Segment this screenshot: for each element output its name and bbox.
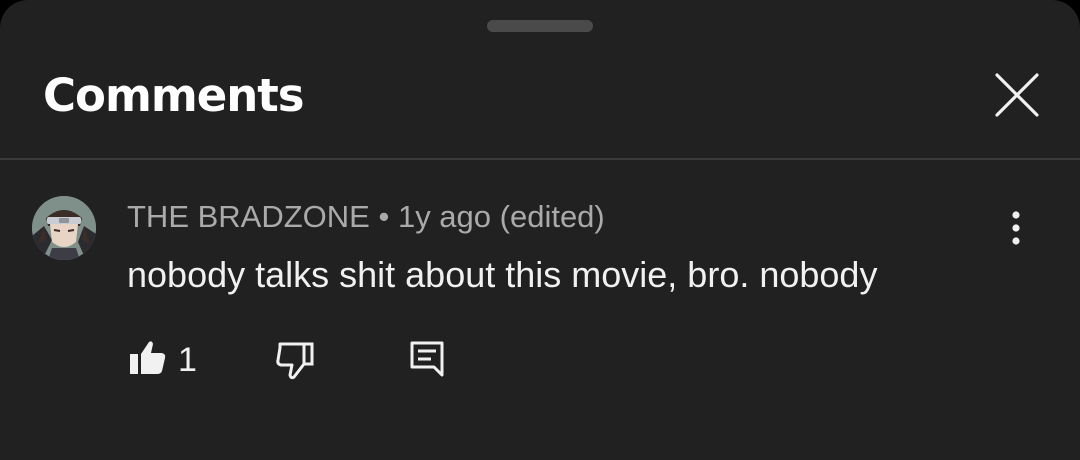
close-icon <box>995 73 1039 117</box>
comment-meta: THE BRADZONE • 1y ago (edited) <box>127 199 605 235</box>
comment-time: 1y ago (edited) <box>397 199 605 234</box>
avatar-image <box>32 196 96 260</box>
reply-button[interactable] <box>409 340 445 378</box>
header-divider <box>0 158 1080 160</box>
dislike-button[interactable] <box>274 340 316 382</box>
thumbs-up-icon <box>130 341 166 374</box>
like-button[interactable] <box>128 338 168 378</box>
close-button[interactable] <box>985 63 1049 127</box>
thumbs-down-icon <box>276 342 314 380</box>
panel-title: Comments <box>43 69 305 122</box>
meta-separator: • <box>369 199 398 234</box>
comment-author[interactable]: THE BRADZONE <box>127 199 370 234</box>
drag-handle[interactable] <box>487 20 593 32</box>
avatar[interactable] <box>32 196 96 260</box>
like-count: 1 <box>178 341 197 379</box>
more-options-button[interactable] <box>996 206 1036 250</box>
comment-text: nobody talks shit about this movie, bro.… <box>127 254 878 295</box>
more-vert-icon <box>1012 211 1020 245</box>
comments-panel: Comments THE BRADZONE • 1y ago (edited) … <box>0 0 1080 460</box>
comment-reply-icon <box>410 341 444 377</box>
